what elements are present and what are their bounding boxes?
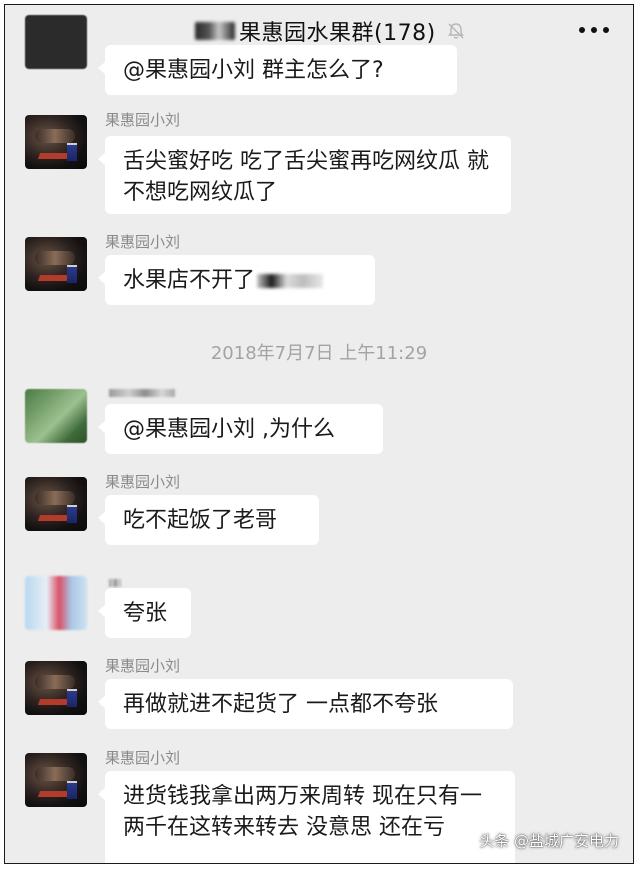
message-text: 水果店不开了 [123, 268, 256, 293]
avatar[interactable] [25, 753, 87, 807]
avatar[interactable] [25, 237, 87, 291]
message-bubble[interactable]: 进货钱我拿出两万来周转 现在只有一两千在这转来转去 没意思 还在亏 [98, 771, 515, 863]
chat-title: 果惠园水果群(178) [239, 21, 436, 46]
avatar[interactable] [25, 477, 87, 531]
message-bubble[interactable]: 再做就进不起货了 一点都不夸张 [98, 679, 513, 729]
avatar[interactable] [25, 576, 87, 630]
message-bubble[interactable]: 夸张 [98, 588, 191, 638]
title-redaction [195, 22, 235, 40]
message-bubble[interactable]: 水果店不开了 [98, 255, 375, 305]
message-bubble[interactable]: @果惠园小刘 ,为什么 [98, 404, 383, 454]
bell-muted-icon [447, 23, 464, 39]
redacted-text [257, 274, 324, 288]
sender-name: 果惠园小刘 [105, 749, 181, 767]
chat-title-group: 果惠园水果群(178) [195, 13, 466, 49]
message-bubble[interactable]: @果惠园小刘 群主怎么了? [98, 45, 457, 95]
sender-name: 果惠园小刘 [105, 233, 181, 251]
chat-window: 果惠园水果群(178) @果惠园小刘 群主怎么了? 果惠园小刘 舌尖蜜好吃 吃了… [4, 4, 634, 864]
more-dots-icon[interactable] [577, 19, 611, 41]
avatar[interactable] [25, 661, 87, 715]
timestamp: 2018年7月7日 上午11:29 [210, 343, 428, 364]
message-bubble[interactable]: 舌尖蜜好吃 吃了舌尖蜜再吃网纹瓜 就不想吃网纹瓜了 [98, 136, 511, 214]
message-bubble[interactable]: 吃不起饭了老哥 [98, 495, 319, 545]
message-list[interactable]: @果惠园小刘 群主怎么了? 果惠园小刘 舌尖蜜好吃 吃了舌尖蜜再吃网纹瓜 就不想… [5, 15, 633, 863]
avatar[interactable] [25, 15, 87, 69]
sender-name-redacted [109, 389, 175, 397]
sender-name: 果惠园小刘 [105, 111, 181, 129]
sender-name: 果惠园小刘 [105, 473, 181, 491]
sender-name: 果惠园小刘 [105, 657, 181, 675]
watermark: 头条 @盐城广安电力 [479, 832, 619, 850]
avatar[interactable] [25, 115, 87, 169]
sender-name-redacted [109, 579, 121, 587]
avatar[interactable] [25, 389, 87, 443]
